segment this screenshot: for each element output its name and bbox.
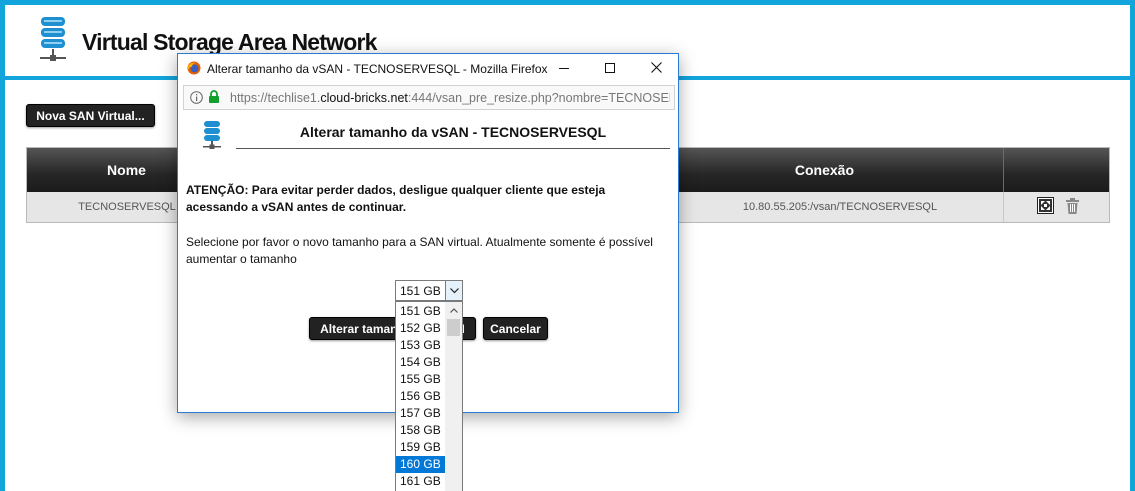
dropdown-option[interactable]: 153 GB (396, 337, 446, 354)
database-icon (38, 15, 68, 72)
dropdown-option[interactable]: 151 GB (396, 303, 446, 320)
dropdown-option[interactable]: 156 GB (396, 388, 446, 405)
window-title: Alterar tamanho da vSAN - TECNOSERVESQL … (207, 62, 548, 76)
database-icon (202, 120, 222, 157)
dropdown-option[interactable]: 159 GB (396, 439, 446, 456)
info-text: Selecione por favor o novo tamanho para … (186, 235, 653, 266)
expand-icon[interactable] (1036, 197, 1054, 217)
url-prefix: https://techlise1. (230, 91, 321, 105)
close-button[interactable] (633, 54, 679, 83)
row-connection: 10.80.55.205:/vsan/TECNOSERVESQL (677, 192, 1004, 222)
lock-icon[interactable] (208, 90, 220, 109)
new-san-button[interactable]: Nova SAN Virtual... (26, 104, 155, 127)
maximize-icon (605, 60, 615, 78)
dropdown-option[interactable]: 161 GB (396, 473, 446, 490)
size-select[interactable]: 151 GB (395, 280, 463, 301)
size-dropdown-list[interactable]: 151 GB 152 GB 153 GB 154 GB 155 GB 156 G… (395, 301, 463, 491)
warning-text: ATENÇÃO: Para evitar perder dados, desli… (186, 183, 606, 214)
heading-divider (236, 148, 670, 149)
url-host: cloud-bricks.net (320, 91, 408, 105)
url-text[interactable]: https://techlise1.cloud-bricks.net:444/v… (230, 91, 670, 105)
minimize-icon (559, 60, 569, 78)
cancel-button[interactable]: Cancelar (483, 317, 548, 340)
trash-icon[interactable] (1065, 197, 1079, 217)
window-titlebar[interactable]: Alterar tamanho da vSAN - TECNOSERVESQL … (178, 54, 678, 83)
minimize-button[interactable] (541, 54, 587, 83)
dropdown-scrollbar[interactable] (445, 302, 462, 491)
app-title: Virtual Storage Area Network (82, 29, 377, 55)
dropdown-option[interactable]: 155 GB (396, 371, 446, 388)
dropdown-option-selected[interactable]: 160 GB (396, 456, 446, 473)
scrollbar-thumb[interactable] (447, 319, 460, 336)
maximize-button[interactable] (587, 54, 633, 83)
dropdown-option[interactable]: 157 GB (396, 405, 446, 422)
size-select-value: 151 GB (400, 284, 441, 298)
dropdown-option[interactable]: 158 GB (396, 422, 446, 439)
address-bar[interactable]: https://techlise1.cloud-bricks.net:444/v… (183, 85, 675, 110)
dropdown-option[interactable]: 154 GB (396, 354, 446, 371)
scroll-up-icon[interactable] (445, 302, 462, 319)
row-actions (1004, 192, 1111, 222)
chevron-down-icon[interactable] (445, 281, 462, 300)
dialog-heading: Alterar tamanho da vSAN - TECNOSERVESQL (299, 124, 607, 140)
close-icon (650, 60, 662, 78)
url-path: :444/vsan_pre_resize.php?nombre=TECNOSER… (407, 91, 670, 105)
firefox-icon (187, 61, 201, 80)
info-icon[interactable] (190, 91, 203, 109)
column-header-actions (1004, 148, 1111, 192)
dropdown-option[interactable]: 152 GB (396, 320, 446, 337)
